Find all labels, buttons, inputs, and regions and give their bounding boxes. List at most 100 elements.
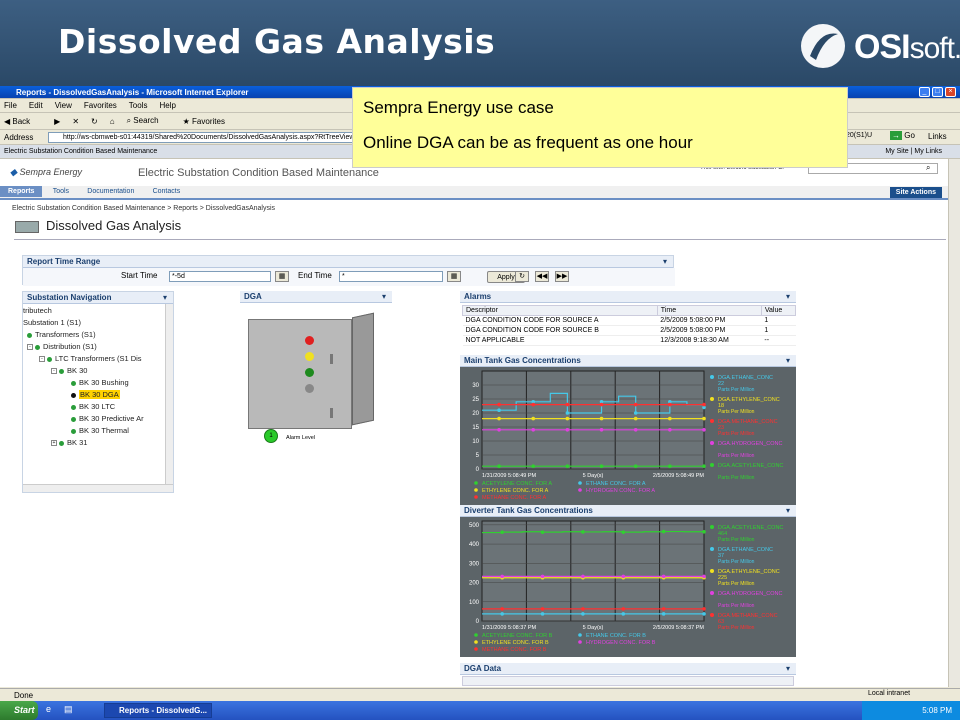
go-button[interactable]: → Go [890,131,915,140]
taskbar-item[interactable]: Reports - DissolvedG... [104,703,212,718]
alarms-webpart: Alarms ▾ Descriptor Time Value DGA CONDIT… [460,291,797,349]
back-button[interactable]: ◀ Back [4,117,42,126]
menu-edit[interactable]: Edit [29,101,43,110]
favorites-button[interactable]: ★ Favorites [183,117,237,126]
close-button[interactable]: × [945,87,956,97]
green-light-icon [305,368,314,377]
tree-node[interactable]: Transformers (S1) [27,330,96,339]
search-button[interactable]: ⌕ Search [127,116,171,126]
time-range-header: Report Time Range ▾ [23,256,673,268]
page-scrollbar[interactable] [948,159,960,687]
tree-node[interactable]: BK 30 Thermal [71,426,129,435]
tree-node[interactable]: Substation 1 (S1) [23,318,81,327]
start-time-input[interactable]: *-5d [169,271,271,282]
legend-marker [710,375,714,379]
menu-tools[interactable]: Tools [129,101,148,110]
y-tick-label: 200 [469,581,480,587]
tree-node[interactable]: BK 30 Bushing [71,378,129,387]
tab-tools[interactable]: Tools [45,186,77,197]
osisoft-wordmark: OSIsoft. [854,28,960,66]
dga-data-webpart: DGA Data ▾ [460,663,796,687]
tree-node[interactable]: - LTC Transformers (S1 Dis [39,354,142,363]
tab-contacts[interactable]: Contacts [145,186,189,197]
data-point [581,612,585,616]
links-label[interactable]: Links [928,132,947,141]
data-point [661,612,666,616]
cabinet-side [352,312,374,426]
col-descriptor[interactable]: Descriptor [462,305,658,316]
table-row[interactable]: DGA CONDITION CODE FOR SOURCE B 2/5/2009 … [462,325,796,336]
ie-window: Reports - DissolvedGasAnalysis - Microso… [0,86,960,720]
latch-icon [330,354,333,364]
refresh-icon[interactable]: ↻ [91,117,98,126]
tree-node[interactable]: + BK 31 [51,438,87,447]
end-calendar-icon[interactable]: ▦ [447,271,461,282]
data-point [633,402,638,407]
bottom-legend-label: ACETYLENE CONC. FOR A [482,481,552,487]
y-tick-label: 10 [472,439,479,445]
tree-node[interactable]: tributech [23,306,52,315]
status-text: Done [14,690,34,700]
start-time-label: Start Time [121,271,158,280]
tree-node-selected[interactable]: BK 30 DGA [71,390,120,399]
legend-marker [710,613,714,617]
cell: 12/3/2008 9:18:30 AM [657,335,762,346]
address-tail: 20(S1)U [846,132,873,139]
collapse-icon[interactable]: - [51,368,57,375]
x-start-label: 1/31/2009 5:08:37 PM [482,625,537,631]
tree-scrollbar[interactable] [165,304,173,484]
tree-node[interactable]: - Distribution (S1) [27,342,97,351]
menu-file[interactable]: File [4,101,17,110]
status-dot-icon [71,404,76,410]
site-actions-menu[interactable]: Site Actions [889,187,942,198]
x-end-label: 2/5/2009 5:08:37 PM [653,625,704,631]
home-icon[interactable]: ⌂ [110,117,115,126]
maximize-button[interactable]: □ [932,87,943,97]
tree-hscrollbar[interactable] [23,484,173,492]
table-row[interactable]: NOT APPLICABLE 12/3/2008 9:18:30 AM -- [462,335,796,346]
expand-icon[interactable]: + [51,440,57,447]
rewind-icon[interactable]: ◀◀ [535,271,549,282]
start-button[interactable]: Start [0,701,38,720]
col-value[interactable]: Value [760,305,797,316]
breadcrumb[interactable]: Electric Substation Condition Based Main… [12,205,275,212]
data-point [633,464,638,468]
collapse-icon[interactable]: - [27,344,33,351]
data-point [633,428,638,432]
menu-help[interactable]: Help [159,101,175,110]
legend-unit: Parts Per Million [718,387,755,393]
collapse-icon[interactable]: - [39,356,45,363]
forward-button[interactable]: ▶ [54,117,60,126]
table-row[interactable]: DGA CONDITION CODE FOR SOURCE A 2/5/2009 … [462,315,796,326]
dga-data-toolbar[interactable] [462,676,794,686]
tree-node[interactable]: - BK 30 [51,366,87,375]
tab-documentation[interactable]: Documentation [79,186,142,197]
menu-view[interactable]: View [55,101,72,110]
folder-quicklaunch-icon[interactable]: ▤ [64,704,73,715]
tab-reports[interactable]: Reports [0,186,43,197]
stop-icon[interactable]: ✕ [72,117,79,126]
minimize-button[interactable]: _ [919,87,930,97]
data-point [565,411,570,415]
end-time-input[interactable]: * [339,271,443,282]
substation-navigation: Substation Navigation ▾ tributech Substat… [22,291,174,493]
x-span-label: 5 Day(s) [583,473,604,479]
ie-quicklaunch-icon[interactable]: e [46,704,51,714]
status-dot-icon [35,344,40,350]
cell: DGA CONDITION CODE FOR SOURCE A [462,315,658,326]
data-point [668,402,672,407]
main-tank-chart-webpart: Main Tank Gas Concentrations ▾ 0 5 10 15 20 25… [460,355,796,505]
forward-icon[interactable]: ▶▶ [555,271,569,282]
start-calendar-icon[interactable]: ▦ [275,271,289,282]
my-site-links[interactable]: My Site | My Links [885,148,942,155]
data-point [540,612,545,616]
status-dot-icon [47,356,52,362]
refresh-icon[interactable]: ↻ [515,271,529,282]
menu-favorites[interactable]: Favorites [84,101,117,110]
tree-node[interactable]: BK 30 LTC [71,402,115,411]
legend-unit: Parts Per Million [718,475,755,481]
col-time[interactable]: Time [656,305,762,316]
search-icon[interactable]: ⌕ [926,163,930,173]
dga-webpart: DGA ▾ 1 Alarm Level [240,291,392,443]
tree-node[interactable]: BK 30 Predictive Ar [71,414,144,423]
